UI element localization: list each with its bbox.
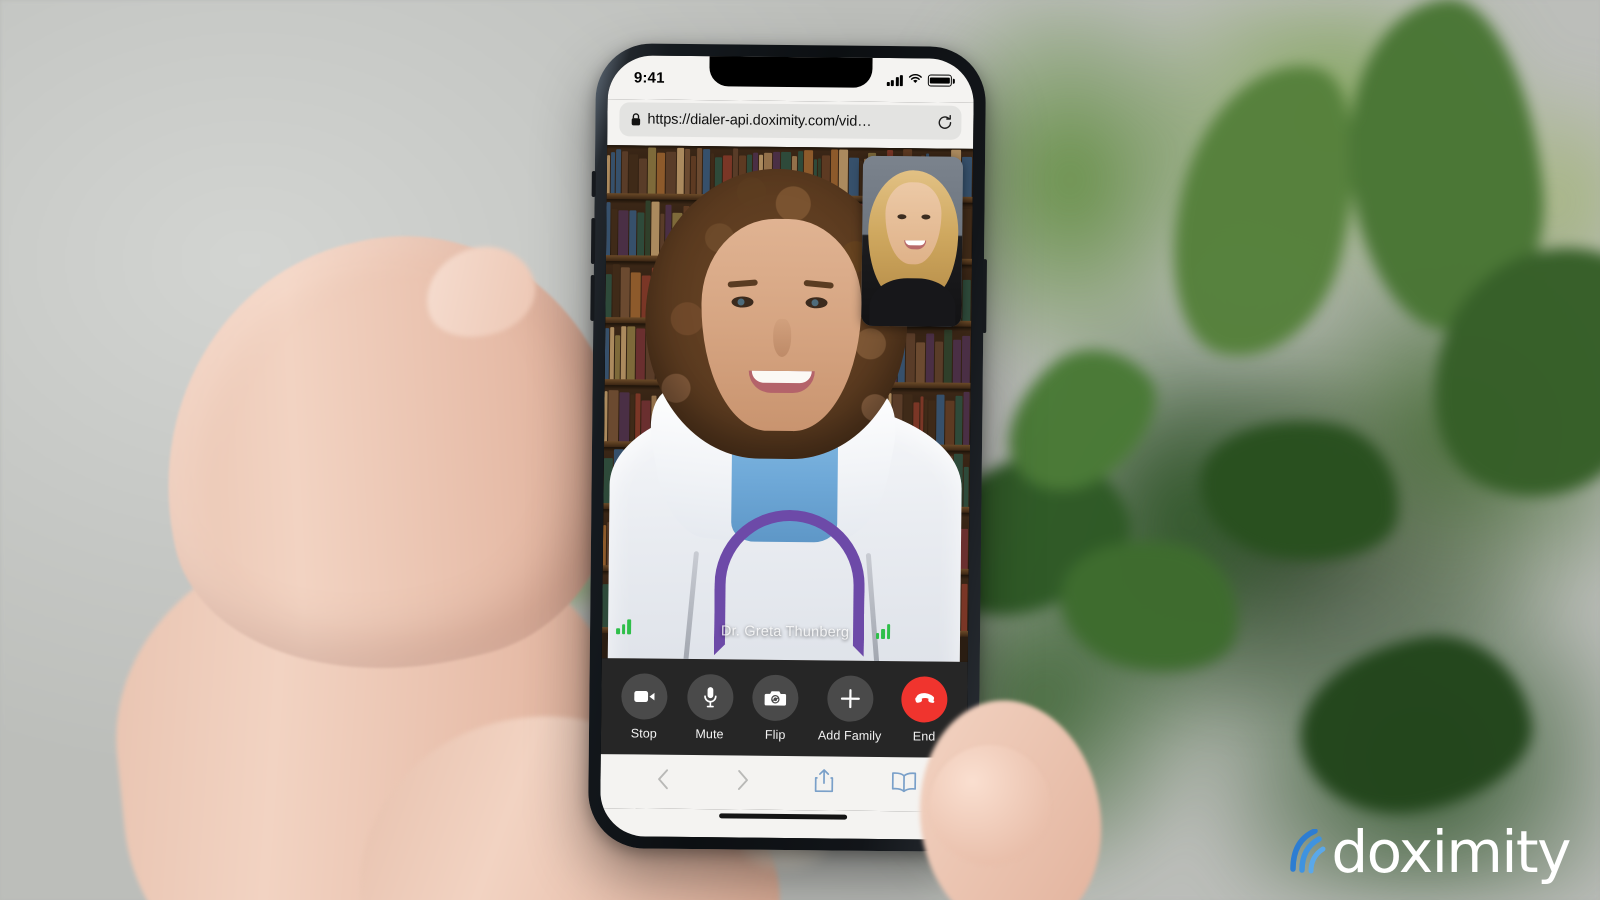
status-bar: 9:41	[607, 55, 975, 103]
self-view-eye-left	[897, 214, 907, 220]
url-text: https://dialer-api.doximity.com/vid…	[647, 111, 872, 130]
self-view-eye-right	[921, 214, 931, 220]
doximity-logo: doximity	[1285, 817, 1571, 886]
mute-button[interactable]: Mute	[686, 673, 734, 741]
share-button[interactable]	[783, 768, 864, 799]
chevron-left-icon	[656, 769, 669, 795]
browser-address-bar-area: https://dialer-api.doximity.com/vid…	[607, 99, 974, 149]
end-call-icon	[901, 675, 948, 723]
forward-button[interactable]	[703, 769, 784, 796]
lock-icon	[630, 112, 641, 126]
volume-down-button[interactable]	[590, 274, 595, 321]
nose	[772, 318, 792, 358]
mute-label: Mute	[695, 726, 724, 741]
home-indicator-area	[599, 808, 967, 840]
battery-full-icon	[927, 74, 952, 87]
wifi-icon	[908, 71, 923, 89]
volume-up-button[interactable]	[590, 217, 596, 264]
silent-switch[interactable]	[591, 170, 596, 197]
power-button[interactable]	[982, 259, 987, 334]
eye-left	[731, 296, 754, 308]
scene: 9:41 https://dialer-api.doximity.com/vid…	[0, 0, 1600, 900]
display-notch	[709, 56, 873, 88]
end-call-label: End	[912, 728, 936, 744]
self-view-mouth	[904, 240, 927, 250]
eyebrow-left	[727, 279, 758, 288]
plus-icon	[826, 674, 874, 722]
status-time: 9:41	[633, 68, 665, 87]
share-icon	[813, 768, 834, 798]
video-call-stage: Dr. Greta Thunberg	[601, 145, 974, 662]
book-icon	[892, 771, 917, 797]
end-call-button[interactable]: End	[901, 675, 948, 744]
address-bar[interactable]: https://dialer-api.doximity.com/vid…	[619, 102, 962, 140]
signal-bars-icon	[886, 74, 903, 86]
chevron-right-icon	[737, 769, 750, 795]
add-family-label: Add Family	[817, 727, 882, 743]
flip-camera-button[interactable]: Flip	[752, 674, 799, 741]
status-indicators	[886, 71, 952, 90]
self-view-picture-in-picture[interactable]	[861, 155, 964, 327]
fingertip-beside-toolbar	[930, 745, 1050, 865]
add-family-button[interactable]: Add Family	[817, 674, 882, 743]
safari-toolbar	[600, 754, 967, 812]
mouth	[748, 370, 815, 394]
video-camera-icon	[620, 672, 668, 720]
stop-video-label: Stop	[630, 725, 657, 741]
microphone-icon	[686, 673, 734, 720]
flip-camera-label: Flip	[764, 727, 786, 742]
eye-right	[805, 297, 828, 309]
stop-video-button[interactable]: Stop	[620, 672, 668, 741]
camera-flip-icon	[752, 674, 799, 721]
doximity-wordmark: doximity	[1331, 817, 1571, 886]
home-indicator[interactable]	[719, 813, 848, 820]
eyebrow-right	[803, 279, 834, 289]
phone-screen: 9:41 https://dialer-api.doximity.com/vid…	[599, 55, 975, 840]
self-view-torso	[869, 277, 956, 327]
call-control-bar: Stop Mute Flip Add Family End	[600, 658, 968, 758]
reload-icon[interactable]	[937, 114, 952, 131]
signal-wave-icon	[1285, 828, 1327, 875]
smartphone-device: 9:41 https://dialer-api.doximity.com/vid…	[587, 42, 987, 853]
back-button[interactable]	[622, 768, 703, 795]
